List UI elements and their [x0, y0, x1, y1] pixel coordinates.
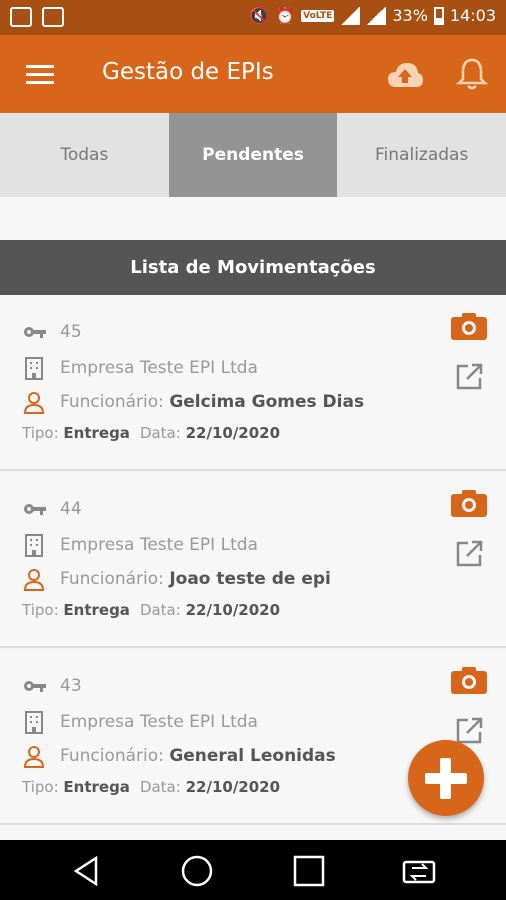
item-id: 44: [60, 499, 82, 519]
data-label: Data:: [139, 601, 181, 619]
person-icon: [23, 569, 45, 591]
add-button[interactable]: [408, 740, 484, 816]
tab-todas[interactable]: Todas: [0, 113, 169, 197]
person-icon: [23, 746, 45, 768]
open-external-icon[interactable]: [454, 539, 484, 569]
list-header: Lista de Movimentações: [0, 240, 506, 295]
empresa: Empresa Teste EPI Ltda: [60, 358, 258, 378]
home-icon[interactable]: [180, 854, 214, 888]
app-notification-icon: [42, 7, 64, 27]
key-icon: [24, 327, 46, 338]
empresa: Empresa Teste EPI Ltda: [60, 712, 258, 732]
open-external-icon[interactable]: [454, 362, 484, 392]
key-icon: [24, 681, 46, 692]
item-id: 43: [60, 676, 82, 696]
building-icon: [25, 534, 43, 557]
tipo-label: Tipo:: [22, 778, 59, 796]
switch-app-icon[interactable]: [402, 854, 436, 888]
tipo-value: Entrega: [63, 601, 130, 619]
camera-icon[interactable]: [451, 312, 487, 340]
mute-icon: 🔇: [249, 6, 270, 25]
data-label: Data:: [139, 778, 181, 796]
item-id: 45: [60, 322, 82, 342]
data-value: 22/10/2020: [185, 778, 281, 796]
clock: 14:03: [449, 6, 496, 25]
tab-finalizadas[interactable]: Finalizadas: [337, 113, 506, 197]
tipo-value: Entrega: [63, 778, 130, 796]
recents-icon[interactable]: [292, 854, 326, 888]
back-icon[interactable]: [70, 854, 104, 888]
funcionario-label: Funcionário:: [60, 569, 164, 589]
page-title: Gestão de EPIs: [102, 59, 274, 85]
list-item[interactable]: 45 Empresa Teste EPI Ltda Funcionário: G…: [0, 296, 506, 471]
list-item[interactable]: 44 Empresa Teste EPI Ltda Funcionário: J…: [0, 473, 506, 648]
tipo-label: Tipo:: [22, 424, 59, 442]
camera-icon[interactable]: [451, 489, 487, 517]
empresa: Empresa Teste EPI Ltda: [60, 535, 258, 555]
building-icon: [25, 711, 43, 734]
funcionario-name: Gelcima Gomes Dias: [169, 392, 365, 412]
tipo-value: Entrega: [63, 424, 130, 442]
building-icon: [25, 357, 43, 380]
data-value: 22/10/2020: [185, 601, 281, 619]
app-bar: Gestão de EPIs: [0, 35, 506, 113]
tab-bar: Todas Pendentes Finalizadas: [0, 113, 506, 197]
tipo-label: Tipo:: [22, 601, 59, 619]
system-status: 🔇 ⏰ VoLTE 33% 14:03: [249, 6, 496, 25]
bell-icon[interactable]: [456, 57, 488, 91]
key-icon: [24, 504, 46, 515]
upload-cloud-icon[interactable]: [386, 60, 424, 90]
data-value: 22/10/2020: [185, 424, 281, 442]
battery-icon: [433, 6, 444, 25]
notification-icons: [10, 7, 64, 27]
funcionario-label: Funcionário:: [60, 746, 164, 766]
volte-badge: VoLTE: [301, 9, 335, 22]
gallery-icon: [10, 7, 32, 27]
alarm-icon: ⏰: [275, 6, 296, 25]
person-icon: [23, 392, 45, 414]
tab-pendentes[interactable]: Pendentes: [168, 113, 338, 197]
signal-icon-2: [366, 6, 387, 25]
signal-icon: [340, 6, 361, 25]
system-nav-bar: [0, 840, 506, 900]
battery-percent: 33%: [392, 6, 428, 25]
funcionario-name: Joao teste de epi: [169, 569, 331, 589]
funcionario-name: General Leonidas: [169, 746, 336, 766]
funcionario-label: Funcionário:: [60, 392, 164, 412]
status-bar: 🔇 ⏰ VoLTE 33% 14:03: [0, 0, 506, 35]
camera-icon[interactable]: [451, 666, 487, 694]
data-label: Data:: [139, 424, 181, 442]
menu-icon[interactable]: [26, 65, 54, 85]
